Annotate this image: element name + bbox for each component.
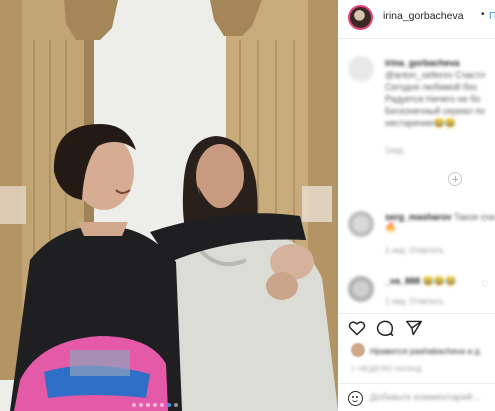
action-bar (338, 313, 495, 342)
caption-line: Бесконечный сериал по (385, 106, 485, 116)
comment-text: 😂😂😂 (422, 276, 457, 286)
comment-username[interactable]: _va_888 😂😂😂 (385, 276, 456, 287)
caption-username[interactable]: irina_gorbacheva (385, 58, 460, 68)
caption-time: 1нед. (385, 146, 406, 155)
comment-meta[interactable]: 1 нед. Ответить (385, 297, 444, 306)
heart-icon[interactable] (348, 320, 366, 336)
pagination-dot[interactable] (153, 403, 157, 407)
comment-icon[interactable] (376, 320, 394, 337)
follow-button[interactable]: По (489, 10, 495, 22)
caption-line: Радуется Ничего не бо (385, 94, 481, 104)
image-pagination-dots[interactable] (132, 403, 178, 407)
caption-line: нестарение😂😂 (385, 118, 456, 128)
caption-line: Сегодня любимой бос (385, 82, 478, 92)
caption-avatar[interactable] (348, 56, 374, 82)
pagination-dot[interactable] (167, 403, 171, 407)
comment-emoji: 🔥 (385, 222, 397, 232)
comment-like-icon[interactable]: ♡ (481, 214, 489, 225)
comment-meta[interactable]: 1 нед. Ответить (385, 246, 444, 255)
pagination-dot[interactable] (139, 403, 143, 407)
photo-illustration (0, 0, 338, 411)
comment-username[interactable]: serg_masharov Такое сча (385, 212, 495, 222)
pagination-dot[interactable] (146, 403, 150, 407)
liker-avatar[interactable] (351, 343, 365, 357)
post-side-panel: irina_gorbacheva • По irina_gorbacheva @… (338, 0, 495, 411)
smile-icon[interactable] (348, 391, 363, 406)
comment-avatar[interactable] (348, 211, 374, 237)
comment-avatar[interactable] (348, 276, 374, 302)
comment-like-icon[interactable]: ♡ (481, 279, 489, 290)
header-separator: • (481, 9, 485, 20)
post-time: 1 НЕДЕЛЮ НАЗАД (351, 364, 422, 373)
pagination-dot[interactable] (174, 403, 178, 407)
add-comment-bar: Добавьте комментарий... (338, 383, 495, 411)
load-more-comments-icon[interactable] (448, 172, 462, 186)
owner-avatar[interactable] (348, 5, 373, 30)
owner-username[interactable]: irina_gorbacheva (383, 10, 464, 22)
post-photo[interactable] (0, 0, 338, 411)
pagination-dot[interactable] (132, 403, 136, 407)
add-comment-input[interactable]: Добавьте комментарий... (370, 392, 480, 403)
share-icon[interactable] (405, 320, 423, 336)
post-header: irina_gorbacheva • По (338, 0, 495, 39)
pagination-dot[interactable] (160, 403, 164, 407)
likes-text[interactable]: Нравится pashabacheva и д (370, 346, 480, 356)
caption-line: @anton_sellerov Счастл (385, 70, 485, 80)
